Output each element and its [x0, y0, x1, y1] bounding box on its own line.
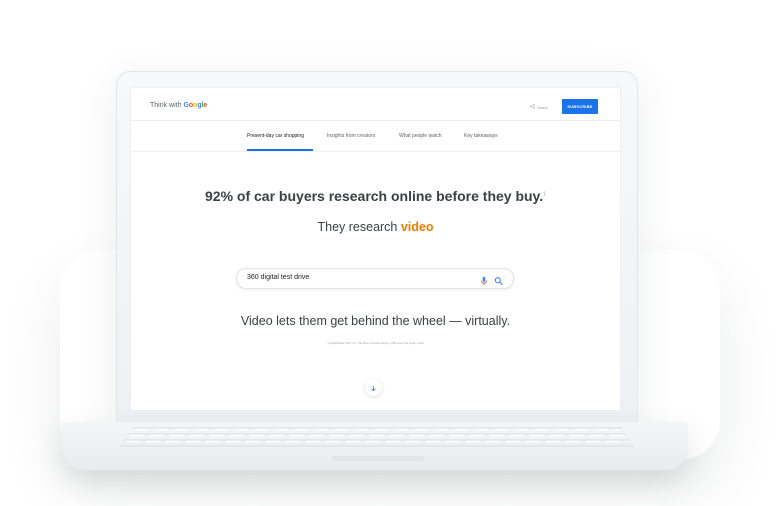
subheadline: They research video: [131, 220, 620, 234]
arrow-down-icon: [370, 379, 377, 397]
active-tab-indicator: [247, 149, 313, 151]
search-input[interactable]: 360 digital test drive: [247, 274, 309, 281]
site-header: Think with Google Share SUBSCRIBE: [131, 88, 620, 121]
microphone-icon[interactable]: [480, 273, 488, 285]
laptop-base: [62, 422, 688, 470]
share-button[interactable]: Share: [530, 104, 548, 110]
search-icon[interactable]: [494, 273, 503, 285]
browser-screen: Think with Google Share SUBSCRIBE Presen…: [130, 87, 621, 411]
subheadline-prefix: They research: [317, 220, 401, 234]
keyboard-illustration: [120, 427, 634, 447]
tab-present-day-car-shopping[interactable]: Present-day car shopping: [247, 133, 304, 139]
footnote: ¹ Google/Kantar TNS, U.S., The Drive to …: [326, 342, 425, 345]
subheadline-highlight: video: [400, 220, 434, 234]
share-icon: [530, 104, 535, 110]
tab-key-takeaways[interactable]: Key takeaways: [464, 133, 498, 139]
statement: Video lets them get behind the wheel — v…: [240, 314, 511, 328]
headline-text: 92% of car buyers research online before…: [205, 188, 544, 204]
google-wordmark: Google: [183, 102, 207, 109]
section-tabs: Present-day car shopping Insights from c…: [131, 121, 620, 152]
share-label: Share: [537, 104, 548, 110]
logo-prefix: Think with: [150, 102, 184, 109]
tab-insights-from-creators[interactable]: Insights from creators: [327, 133, 375, 139]
google-letter: e: [203, 102, 208, 109]
search-box[interactable]: 360 digital test drive: [236, 268, 514, 289]
scroll-down-button[interactable]: [365, 379, 382, 396]
trackpad: [332, 456, 424, 461]
headline: 92% of car buyers research online before…: [131, 188, 620, 204]
headline-footnote-marker: 1: [543, 191, 546, 198]
think-with-google-logo[interactable]: Think with Google: [150, 102, 207, 109]
tab-what-people-watch[interactable]: What people watch: [399, 133, 442, 139]
subscribe-button[interactable]: SUBSCRIBE: [562, 99, 598, 114]
